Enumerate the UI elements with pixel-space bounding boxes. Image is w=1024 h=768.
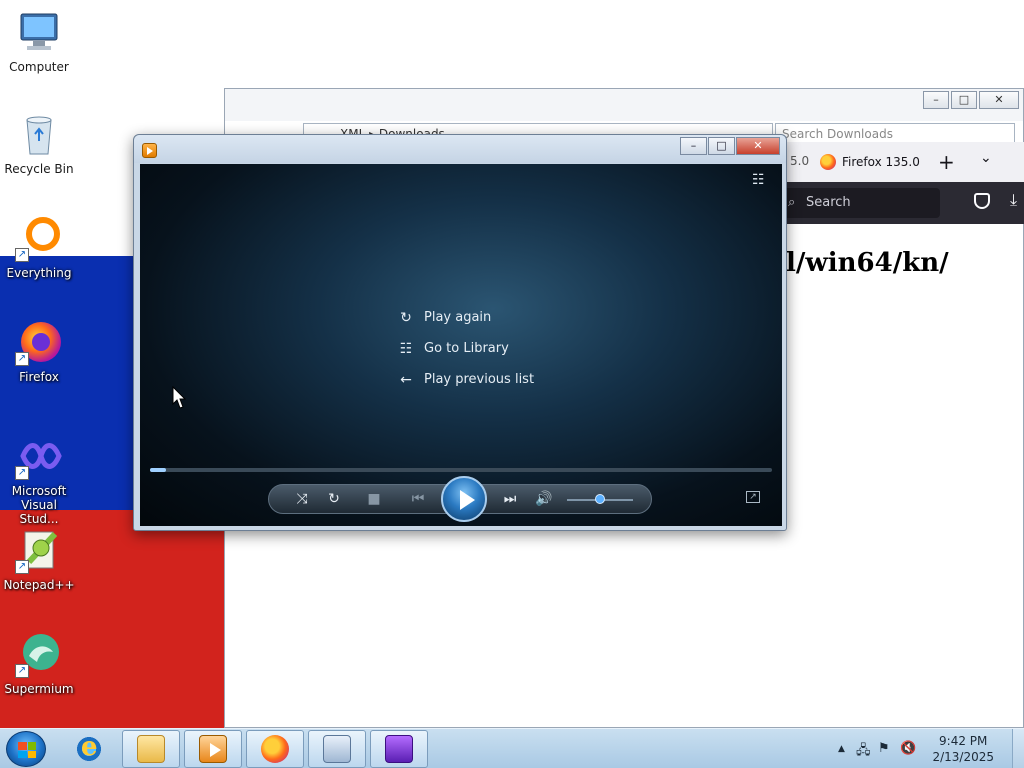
show-hidden-icons-button[interactable]: ▲: [838, 744, 845, 754]
notepad-plus-plus-icon: ↗: [15, 526, 63, 574]
menu-item-label: Go to Library: [424, 341, 509, 356]
desktop-icon-label: Computer: [9, 60, 69, 74]
shortcut-arrow-icon: ↗: [15, 352, 29, 366]
firefox-tab[interactable]: Firefox 135.0: [820, 148, 920, 176]
shortcut-arrow-icon: ↗: [15, 664, 29, 678]
firefox-search-placeholder: Search: [806, 195, 851, 210]
start-button[interactable]: [6, 731, 46, 767]
media-player-titlebar[interactable]: – □ ✕: [134, 135, 786, 163]
seek-bar-progress: [150, 468, 167, 472]
desktop-icon-label: Firefox: [19, 370, 59, 384]
taskbar-app-box[interactable]: [370, 730, 428, 768]
desktop-icon-notepad-plus-plus[interactable]: ↗ Notepad++: [3, 526, 75, 616]
desktop-icon-visual-studio[interactable]: ↗ Microsoft Visual Stud...: [4, 432, 74, 526]
now-playing-area[interactable]: ☷ ↻ Play again ☷ Go to Library ← Play pr…: [140, 164, 782, 526]
firefox-list-tabs-button[interactable]: ⌄: [980, 150, 992, 166]
menu-item-label: Play previous list: [424, 372, 535, 387]
play-previous-list-button[interactable]: ← Play previous list: [398, 364, 534, 395]
system-tray: ▲ 🖧 ⚑ 🔇 9:42 PM 2/13/2025: [834, 729, 1024, 768]
volume-slider-thumb[interactable]: [595, 494, 605, 504]
windows-logo-icon: [18, 742, 36, 758]
desktop-icon-computer[interactable]: Computer: [4, 8, 74, 98]
taskbar-app-windows-media-player[interactable]: [184, 730, 242, 768]
desktop-icon-label: Recycle Bin: [4, 162, 74, 176]
desktop-icon-supermium[interactable]: ↗ Supermium: [4, 630, 74, 720]
clock-time: 9:42 PM: [939, 734, 988, 748]
mute-button[interactable]: 🔊: [533, 491, 555, 507]
action-center-flag-icon[interactable]: ⚑: [878, 741, 890, 756]
file-explorer-icon: [137, 735, 165, 763]
windows-media-player-icon: [199, 735, 227, 763]
switch-to-mini-mode-icon[interactable]: ↗: [746, 491, 760, 503]
desktop-icon-label: Supermium: [4, 682, 74, 696]
shuffle-button[interactable]: ⤨: [291, 491, 313, 507]
explorer-maximize-button[interactable]: □: [951, 91, 977, 109]
taskbar-app-on-screen-keyboard[interactable]: [308, 730, 366, 768]
media-player-close-button[interactable]: ✕: [736, 137, 780, 155]
media-player-window: – □ ✕ ☷ ↻ Play again ☷ Go to Library ← P…: [133, 134, 787, 531]
menu-item-label: Play again: [424, 310, 492, 325]
volume-muted-icon[interactable]: 🔇: [900, 741, 916, 756]
back-arrow-icon: ←: [400, 371, 412, 388]
media-player-maximize-button[interactable]: □: [708, 137, 735, 155]
shortcut-arrow-icon: ↗: [15, 466, 29, 480]
media-player-window-controls: – □ ✕: [680, 137, 780, 155]
computer-icon: [15, 8, 63, 56]
windows-media-player-icon: [142, 143, 157, 158]
taskbar-app-internet-explorer[interactable]: [60, 730, 118, 768]
firefox-tab-title: Firefox 135.0: [842, 155, 920, 169]
explorer-close-button[interactable]: ✕: [979, 91, 1019, 109]
download-icon[interactable]: ⤓: [1010, 190, 1017, 210]
end-of-playback-menu: ↻ Play again ☷ Go to Library ← Play prev…: [398, 302, 534, 395]
explorer-window-controls: – □ ✕: [923, 91, 1019, 109]
desktop-icon-label: Notepad++: [3, 578, 75, 592]
clock[interactable]: 9:42 PM 2/13/2025: [932, 733, 994, 765]
desktop-icon-recycle-bin[interactable]: Recycle Bin: [4, 110, 74, 200]
app-box-icon: [385, 735, 413, 763]
stop-button[interactable]: ■: [363, 491, 385, 507]
visual-studio-icon: ↗: [15, 432, 63, 480]
internet-explorer-icon: [75, 732, 103, 763]
media-player-minimize-button[interactable]: –: [680, 137, 707, 155]
firefox-search-input[interactable]: ⌕ Search: [780, 188, 940, 218]
taskbar-app-file-explorer[interactable]: [122, 730, 180, 768]
firefox-icon: [261, 735, 289, 763]
network-icon[interactable]: 🖧: [856, 741, 871, 763]
desktop-icon-label: Everything: [6, 266, 72, 280]
pocket-icon[interactable]: [974, 193, 990, 209]
clock-date: 2/13/2025: [932, 750, 994, 764]
transport-controls: ⤨ ↻ ■ ⏮ ⏭ 🔊: [268, 476, 652, 522]
search-icon: ⌕: [788, 195, 796, 210]
firefox-new-tab-button[interactable]: +: [938, 150, 955, 174]
taskbar-app-firefox[interactable]: [246, 730, 304, 768]
firefox-icon: [820, 154, 836, 170]
shortcut-arrow-icon: ↗: [15, 560, 29, 574]
desktop-icon-label-line2: Visual Stud...: [19, 498, 59, 526]
explorer-titlebar[interactable]: – □ ✕: [225, 89, 1023, 121]
desktop-icon-firefox[interactable]: ↗ Firefox: [4, 318, 74, 408]
desktop-icon-everything[interactable]: ↗ Everything: [4, 214, 74, 304]
firefox-page-text: l/win64/kn/: [786, 248, 949, 278]
next-button[interactable]: ⏭: [491, 491, 529, 507]
taskbar: ▲ 🖧 ⚑ 🔇 9:42 PM 2/13/2025: [0, 728, 1024, 768]
desktop-icon-label-line1: Microsoft: [11, 484, 67, 498]
replay-icon: ↻: [400, 309, 412, 326]
go-to-library-button[interactable]: ☷ Go to Library: [398, 333, 534, 364]
explorer-minimize-button[interactable]: –: [923, 91, 949, 109]
switch-to-library-icon[interactable]: ☷: [752, 172, 770, 188]
seek-bar[interactable]: [150, 468, 772, 472]
firefox-prev-tab-fragment[interactable]: 5.0: [790, 154, 809, 168]
firefox-icon: ↗: [15, 318, 63, 366]
shortcut-arrow-icon: ↗: [15, 248, 29, 262]
library-icon: ☷: [399, 340, 413, 357]
recycle-bin-icon: [15, 110, 63, 158]
play-again-button[interactable]: ↻ Play again: [398, 302, 534, 333]
previous-button[interactable]: ⏮: [399, 491, 437, 507]
repeat-button[interactable]: ↻: [323, 491, 345, 507]
play-button[interactable]: [441, 476, 487, 522]
on-screen-keyboard-icon: [323, 735, 351, 763]
supermium-icon: ↗: [15, 630, 63, 678]
everything-icon: ↗: [15, 214, 63, 262]
show-desktop-button[interactable]: [1012, 729, 1024, 768]
